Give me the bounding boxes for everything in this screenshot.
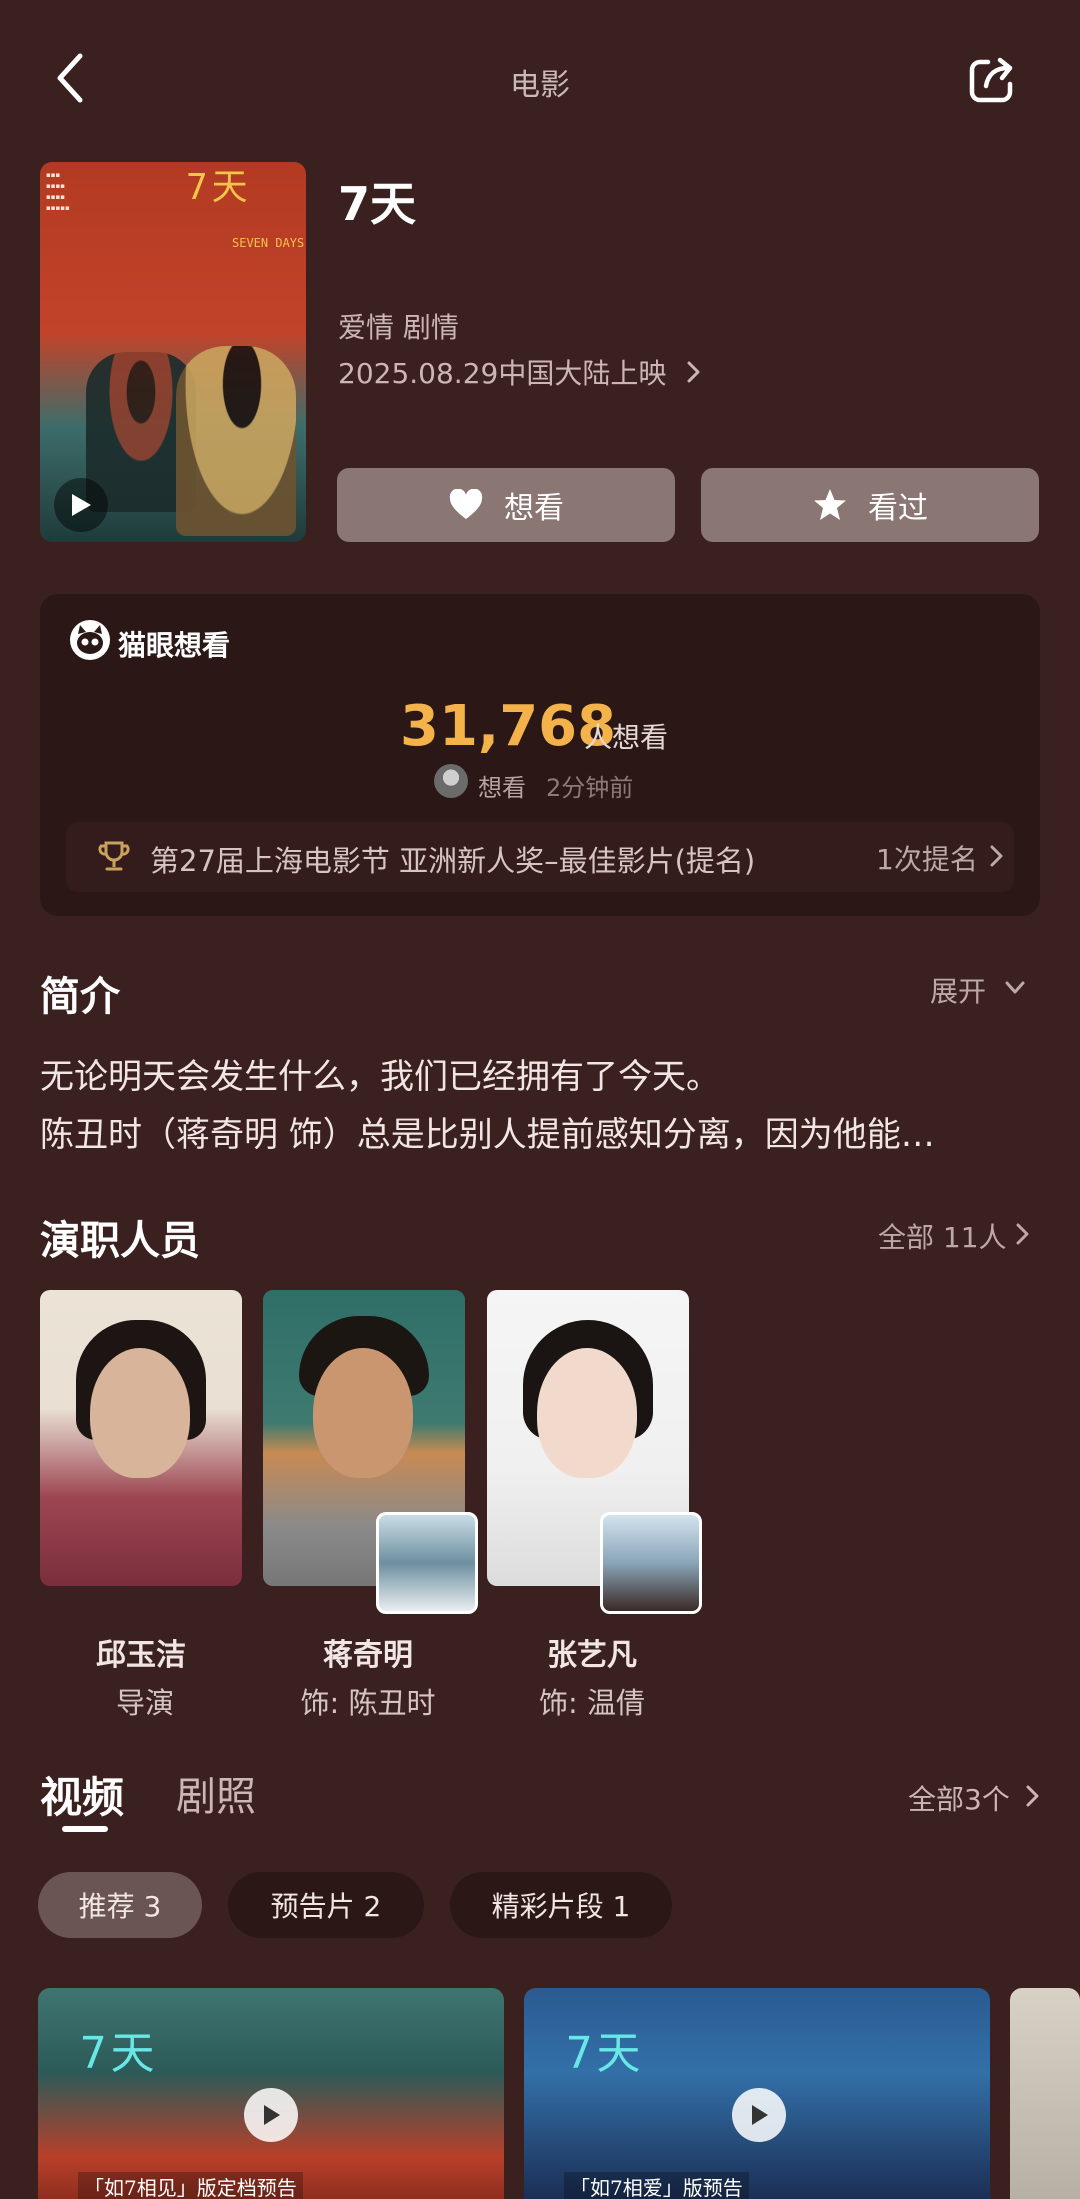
star-icon	[814, 489, 846, 520]
award-count: 1次提名	[876, 843, 978, 876]
intro-heading: 简介	[40, 974, 120, 1020]
cast-role: 饰: 陈丑时	[300, 1686, 436, 1720]
cast-photo-face	[90, 1348, 190, 1478]
filter-chip-recommended[interactable]: 推荐 3	[38, 1872, 202, 1938]
video-logo: 7天	[566, 2028, 645, 2079]
video-thumbnail[interactable]: 7天 「如7相爱」版预告	[524, 1988, 990, 2199]
video-thumbnail[interactable]	[1010, 1988, 1080, 2199]
play-icon[interactable]	[732, 2088, 786, 2142]
cast-role: 饰: 温倩	[539, 1686, 645, 1720]
cast-name: 张艺凡	[547, 1638, 637, 1673]
cast-photo-face	[537, 1348, 637, 1478]
avatar	[434, 764, 468, 798]
intro-line: 陈丑时（蒋奇明 饰）总是比别人提前感知分离，因为他能…	[40, 1115, 935, 1155]
want-count-unit: 人想看	[584, 721, 669, 754]
poster-figure-woman	[176, 346, 296, 536]
recent-time: 2分钟前	[546, 774, 634, 802]
want-button-label: 想看	[504, 491, 564, 526]
release-info[interactable]: 2025.08.29中国大陆上映	[338, 352, 666, 392]
tab-videos[interactable]: 视频	[40, 1764, 124, 1825]
poster-credits: ▪▪▪ ▪▪▪▪ ▪▪▪▪ ▪▪▪▪▪	[46, 171, 70, 212]
poster-play-icon[interactable]	[54, 478, 108, 532]
chevron-right-icon	[990, 845, 1003, 867]
movie-title: 7天	[338, 177, 417, 231]
filter-chip-trailers[interactable]: 预告片 2	[228, 1872, 424, 1938]
page-title: 电影	[510, 68, 570, 103]
poster-logo: 7天	[186, 167, 252, 208]
share-icon[interactable]	[968, 56, 1016, 104]
active-tab-indicator	[62, 1826, 108, 1832]
watched-button[interactable]: 看过	[701, 468, 1039, 542]
role-still-thumbnail[interactable]	[376, 1512, 478, 1614]
role-still-thumbnail[interactable]	[600, 1512, 702, 1614]
poster-subtitle: SEVEN DAYS	[232, 236, 305, 250]
chevron-right-icon	[1016, 1223, 1029, 1245]
tab-stills[interactable]: 剧照	[176, 1764, 256, 1822]
cast-role: 导演	[115, 1686, 174, 1720]
trophy-icon	[98, 841, 130, 871]
cast-name: 蒋奇明	[323, 1638, 413, 1673]
award-text: 第27届上海电影节 亚洲新人奖–最佳影片(提名)	[150, 844, 756, 878]
cast-heading: 演职人员	[40, 1218, 200, 1264]
cast-photo-director[interactable]	[40, 1290, 242, 1586]
chevron-right-icon	[687, 361, 700, 383]
seen-button-label: 看过	[868, 491, 928, 526]
filter-chip-clips[interactable]: 精彩片段 1	[450, 1872, 672, 1938]
expand-button[interactable]: 展开	[930, 970, 986, 1010]
cast-name: 邱玉洁	[96, 1638, 186, 1673]
cast-all-link[interactable]: 全部 11人	[878, 1216, 1007, 1256]
recent-action: 想看	[478, 774, 526, 802]
videos-all-link[interactable]: 全部3个	[908, 1778, 1010, 1818]
intro-line: 无论明天会发生什么，我们已经拥有了今天。	[40, 1057, 720, 1097]
video-caption: 「如7相爱」版预告	[564, 2172, 749, 2199]
maoyan-want-label: 猫眼想看	[118, 629, 231, 662]
video-thumbnail[interactable]: 7天 「如7相见」版定档预告	[38, 1988, 504, 2199]
chevron-right-icon	[1026, 1785, 1039, 1807]
maoyan-cat-icon	[70, 620, 110, 660]
want-to-watch-button[interactable]: 想看	[337, 468, 675, 542]
play-icon[interactable]	[244, 2088, 298, 2142]
video-caption: 「如7相见」版定档预告	[78, 2172, 303, 2199]
movie-genres: 爱情 剧情	[338, 311, 459, 344]
video-logo: 7天	[80, 2028, 159, 2079]
chevron-down-icon[interactable]	[1004, 980, 1026, 996]
intro-text: 无论明天会发生什么，我们已经拥有了今天。 陈丑时（蒋奇明 饰）总是比别人提前感知…	[40, 1048, 1040, 1164]
cast-photo-face	[313, 1348, 413, 1478]
heart-icon	[449, 489, 483, 519]
